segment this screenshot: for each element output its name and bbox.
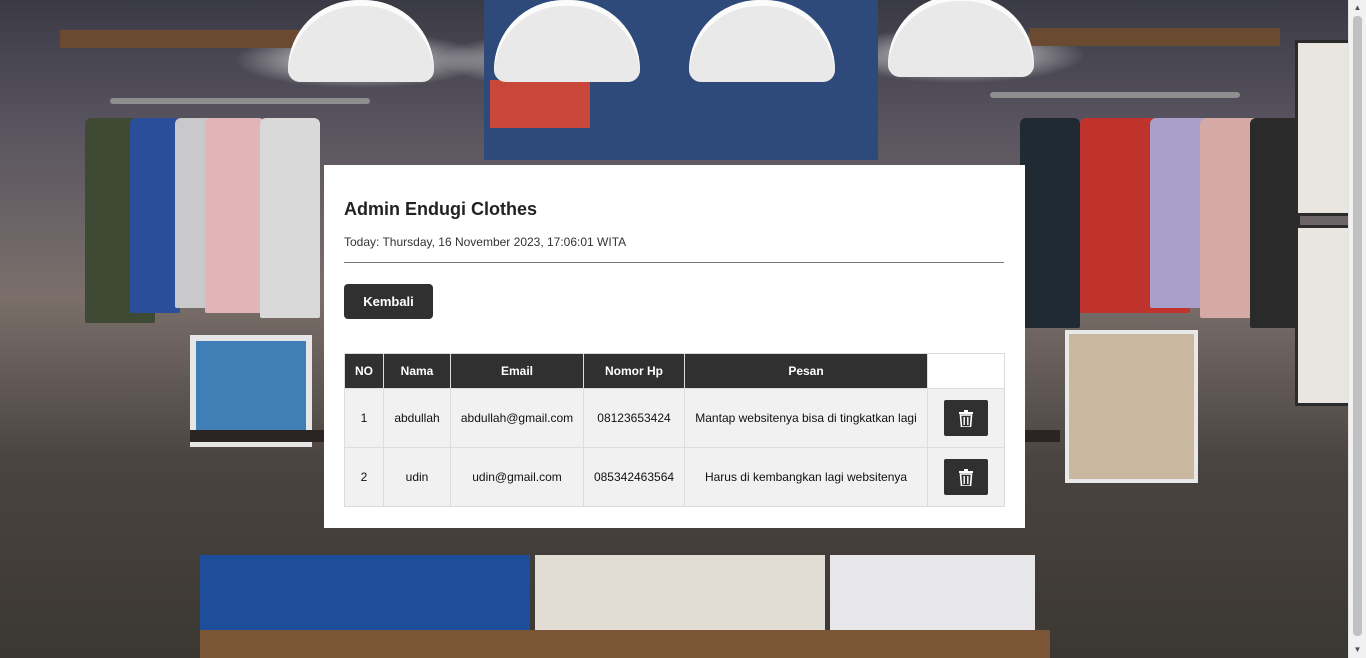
framed-picture bbox=[1065, 330, 1198, 483]
header-nomor-hp: Nomor Hp bbox=[583, 353, 685, 389]
delete-button[interactable] bbox=[944, 459, 988, 495]
cell-email: abdullah@gmail.com bbox=[450, 388, 584, 448]
wall-poster bbox=[1295, 225, 1349, 406]
cell-nama: udin bbox=[383, 447, 451, 507]
hanging-jacket bbox=[1250, 118, 1300, 328]
cell-nomor-hp: 08123653424 bbox=[583, 388, 685, 448]
cell-nama: abdullah bbox=[383, 388, 451, 448]
ceiling-lamp bbox=[888, 0, 1034, 77]
clothing-rail bbox=[990, 92, 1240, 98]
folded-clothes bbox=[200, 555, 530, 635]
table-row: 2 udin udin@gmail.com 085342463564 Harus… bbox=[344, 447, 1005, 507]
ceiling-lamp bbox=[288, 0, 434, 82]
background-store-image: Admin Endugi Clothes Today: Thursday, 16… bbox=[0, 0, 1349, 658]
wooden-shelf bbox=[1030, 28, 1280, 46]
table-row: 1 abdullah abdullah@gmail.com 0812365342… bbox=[344, 388, 1005, 448]
folded-sweater bbox=[830, 555, 1035, 635]
cell-no: 1 bbox=[344, 388, 384, 448]
today-datetime: Today: Thursday, 16 November 2023, 17:06… bbox=[344, 235, 627, 249]
back-button[interactable]: Kembali bbox=[344, 284, 433, 319]
hanging-jacket bbox=[1020, 118, 1080, 328]
hanging-shirt bbox=[260, 118, 320, 318]
header-email: Email bbox=[450, 353, 584, 389]
display-table bbox=[200, 630, 1050, 658]
folded-sweater bbox=[535, 555, 825, 635]
page-title: Admin Endugi Clothes bbox=[344, 199, 537, 219]
vertical-scrollbar[interactable]: ▲ ▼ bbox=[1348, 0, 1366, 658]
messages-table: NO Nama Email Nomor Hp Pesan 1 abdullah … bbox=[344, 353, 1005, 507]
scroll-down-icon[interactable]: ▼ bbox=[1349, 642, 1366, 658]
cell-nomor-hp: 085342463564 bbox=[583, 447, 685, 507]
header-nama: Nama bbox=[383, 353, 451, 389]
trash-icon bbox=[959, 409, 973, 427]
cell-pesan: Mantap websitenya bisa di tingkatkan lag… bbox=[684, 388, 928, 448]
cell-action bbox=[927, 388, 1005, 448]
scroll-up-icon[interactable]: ▲ bbox=[1349, 0, 1366, 16]
clothing-rail bbox=[110, 98, 370, 104]
cell-pesan: Harus di kembangkan lagi websitenya bbox=[684, 447, 928, 507]
header-pesan: Pesan bbox=[684, 353, 928, 389]
cell-no: 2 bbox=[344, 447, 384, 507]
scroll-thumb[interactable] bbox=[1353, 16, 1362, 636]
divider bbox=[344, 262, 1004, 263]
red-letter-m bbox=[490, 80, 590, 128]
header-no: NO bbox=[344, 353, 384, 389]
delete-button[interactable] bbox=[944, 400, 988, 436]
hanging-shirt bbox=[205, 118, 265, 313]
trash-icon bbox=[959, 468, 973, 486]
cell-email: udin@gmail.com bbox=[450, 447, 584, 507]
header-action bbox=[927, 353, 1005, 389]
cell-action bbox=[927, 447, 1005, 507]
wall-poster bbox=[1295, 40, 1349, 216]
admin-panel: Admin Endugi Clothes Today: Thursday, 16… bbox=[324, 165, 1025, 528]
table-header-row: NO Nama Email Nomor Hp Pesan bbox=[344, 353, 1005, 389]
hanging-shirt bbox=[130, 118, 180, 313]
